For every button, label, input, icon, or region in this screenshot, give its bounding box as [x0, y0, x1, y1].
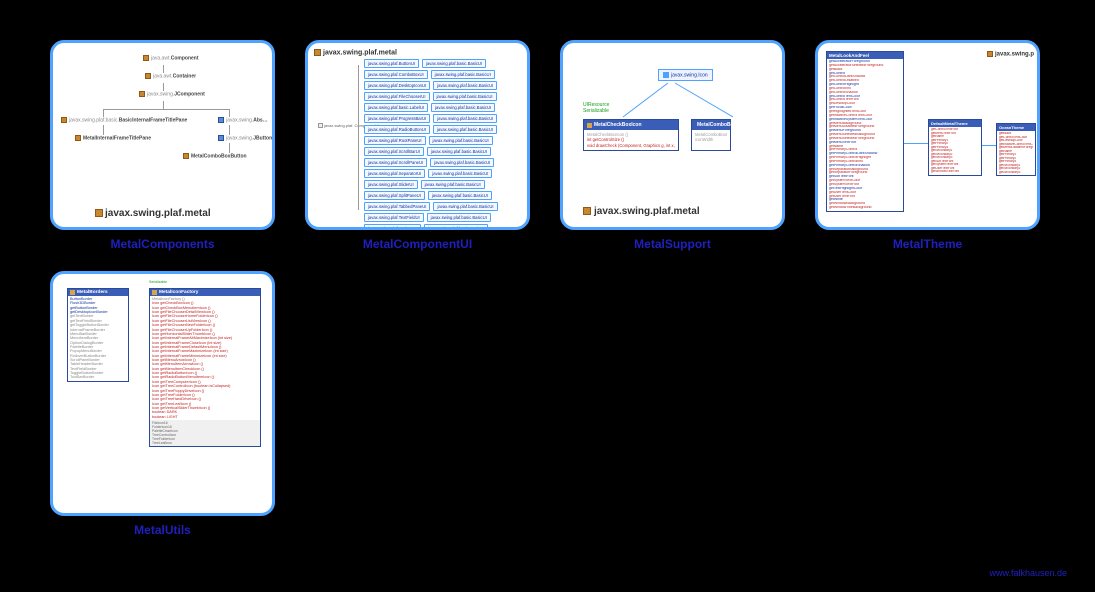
class-box-metalborders: MetalBorders ButtonBorderFlush3DBorderge… — [67, 288, 129, 382]
package-label: javax.swing.plaf.metal — [95, 208, 211, 219]
diagram-grid: java.awt.Component java.awt.Container ja… — [0, 0, 1095, 547]
card-thumbnail: java.awt.Component java.awt.Container ja… — [50, 40, 275, 230]
package-label: javax.swing.plaf.metal — [583, 206, 700, 217]
card-metalcomponents[interactable]: java.awt.Component java.awt.Container ja… — [50, 40, 275, 251]
interfaces-label: UIResource Serializable — [583, 103, 609, 114]
card-metalutils[interactable]: Serializable MetalBorders ButtonBorderFl… — [50, 271, 275, 537]
card-title: MetalComponents — [110, 237, 214, 251]
icon-interface: javax.swing.Icon — [658, 69, 713, 81]
card-metalsupport[interactable]: javax.swing.Icon UIResource Serializable… — [560, 40, 785, 251]
card-thumbnail: javax.swing.p MetalLookAndFeel getAccele… — [815, 40, 1040, 230]
class-box-metaliconfactory: MetalIconFactory MetalIconFactory ()Icon… — [149, 288, 261, 447]
card-metalcomponentui[interactable]: javax.swing.plaf.metal javax.swing.plaf.… — [305, 40, 530, 251]
footer-link[interactable]: www.falkhausen.de — [989, 568, 1067, 578]
class-box-defaultmetaltheme: DefaultMetalTheme getControlTextFontgetM… — [928, 119, 982, 176]
card-thumbnail: Serializable MetalBorders ButtonBorderFl… — [50, 271, 275, 516]
card-thumbnail: javax.swing.Icon UIResource Serializable… — [560, 40, 785, 230]
card-title: MetalTheme — [893, 237, 962, 251]
card-metaltheme[interactable]: javax.swing.p MetalLookAndFeel getAccele… — [815, 40, 1040, 251]
card-thumbnail: javax.swing.plaf.metal javax.swing.plaf.… — [305, 40, 530, 230]
card-title: MetalSupport — [634, 237, 711, 251]
card-title: MetalUtils — [134, 523, 191, 537]
class-box-oceantheme: OceanTheme getBlackgetControlTextColorge… — [996, 123, 1036, 176]
class-box-metallookandfeel: MetalLookAndFeel getAcceleratorForegroun… — [826, 51, 904, 212]
card-title: MetalComponentUI — [363, 237, 472, 251]
